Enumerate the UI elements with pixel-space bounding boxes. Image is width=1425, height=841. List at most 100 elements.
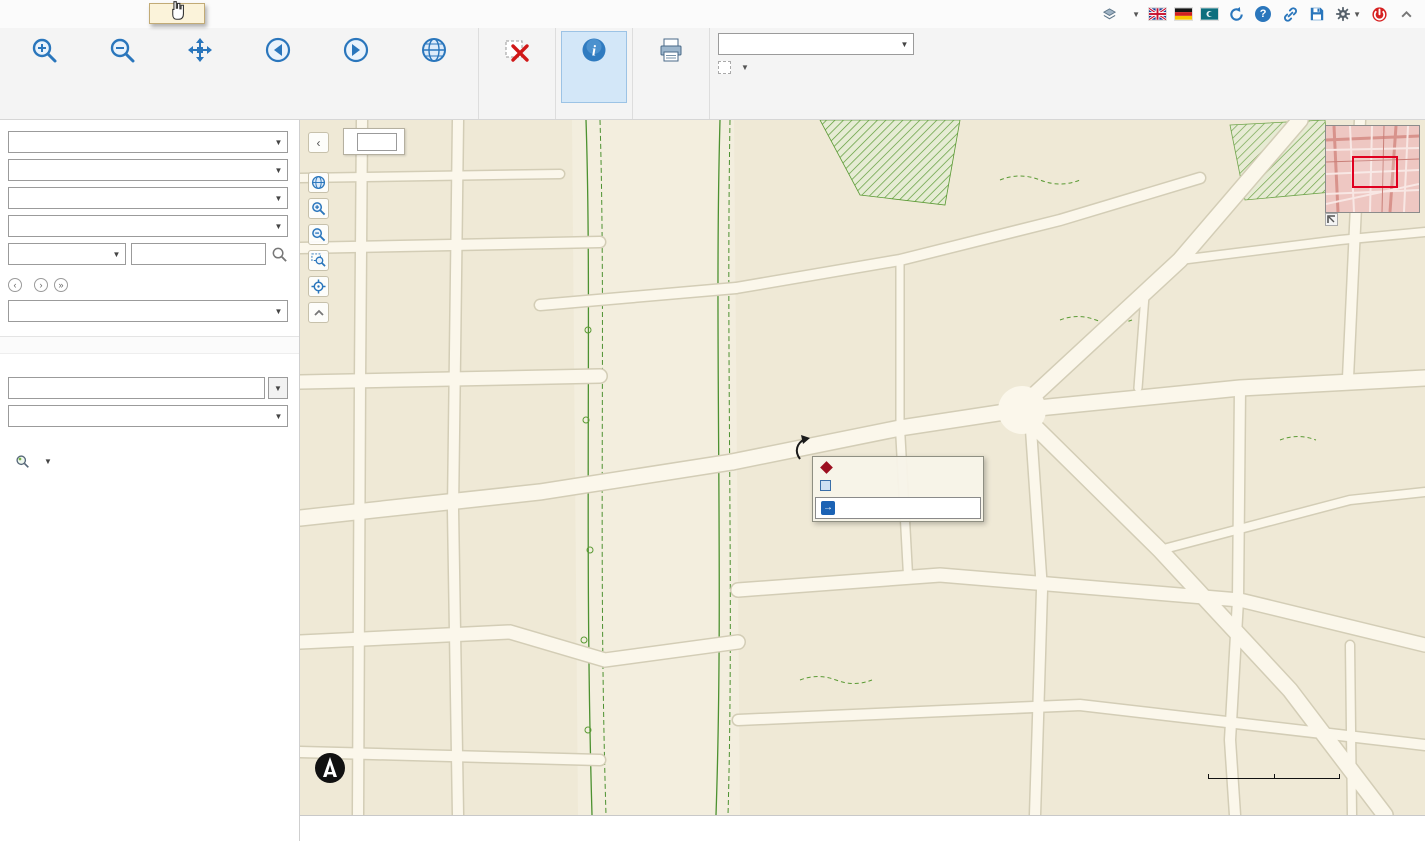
popup-item-grundstuecke[interactable] [815, 476, 981, 495]
ribbon: i ▼ ▼ [0, 28, 1425, 120]
strassenname-label [8, 360, 288, 374]
fulltext-search-input[interactable] [131, 243, 266, 265]
ansicht-select[interactable]: ▼ [8, 159, 288, 181]
take-all-objects-button[interactable]: → [815, 497, 981, 519]
overview-expand-icon[interactable] [1325, 213, 1338, 226]
printer-icon [657, 36, 685, 64]
clear-selection-button[interactable] [484, 31, 550, 103]
overview-extent-rect[interactable] [1352, 156, 1398, 188]
chevron-down-icon: ▼ [270, 406, 287, 426]
identify-icon: i [580, 36, 608, 64]
previous-extent-icon [264, 36, 292, 64]
chevron-down-icon: ▼ [270, 216, 287, 236]
chevron-down-icon: ▼ [270, 132, 287, 152]
neues-ergebnis-dropdown[interactable]: ▼ [718, 61, 749, 74]
zoom-in-icon [30, 36, 58, 64]
volltextsuche-scope-select[interactable]: ▼ [8, 243, 126, 265]
language-flag-uk-icon[interactable] [1149, 8, 1166, 20]
tabs-next-button[interactable]: › [34, 278, 48, 292]
scalebar-line [1208, 774, 1340, 779]
projekt-select[interactable]: ▼ [8, 131, 288, 153]
link-button[interactable] [1281, 5, 1299, 23]
refresh-button[interactable] [1227, 5, 1245, 23]
hand-cursor-icon [168, 0, 187, 21]
suchen-button[interactable]: ▼ [8, 451, 59, 472]
scroll-up-button[interactable] [308, 302, 329, 323]
pan-icon [186, 36, 214, 64]
clear-selection-icon [503, 36, 531, 64]
sidebar: ▼ ▼ ▼ ▼ ▼ ‹ › » ▼ [0, 120, 300, 841]
chevron-down-icon: ▼ [108, 244, 125, 264]
zoom-out-icon [108, 36, 136, 64]
search-icon[interactable] [271, 246, 288, 263]
parcels-icon [820, 480, 831, 491]
logout-button[interactable] [1370, 5, 1388, 23]
settings-button[interactable]: ▼ [1335, 6, 1361, 22]
themes-icon [1100, 5, 1118, 23]
menubar-right: ▼ ? ▼ [1100, 0, 1425, 28]
street-name-input[interactable] [8, 377, 265, 399]
buildings-icon [820, 461, 833, 474]
copyright-block [314, 752, 354, 789]
overview-globe-button[interactable] [308, 172, 329, 193]
visible-themes-dropdown[interactable]: ▼ [1127, 10, 1140, 19]
search-icon [15, 454, 30, 469]
chevron-down-icon: ▼ [44, 457, 52, 466]
pan-button[interactable] [161, 31, 239, 103]
ich-will-input[interactable] [357, 133, 397, 151]
ribbon-group-print [633, 28, 710, 119]
collapse-ribbon-button[interactable] [1397, 5, 1415, 23]
language-flag-3-icon[interactable] [1201, 8, 1218, 20]
hausnummer-select[interactable]: ▼ [8, 405, 288, 427]
full-extent-button[interactable] [395, 31, 473, 103]
overview-map[interactable] [1325, 125, 1420, 213]
chevron-down-icon: ▼ [1132, 10, 1140, 19]
ribbon-group-navigation [0, 28, 479, 119]
kartenausschnitte-select[interactable]: ▼ [8, 187, 288, 209]
chevron-down-icon: ▼ [1353, 10, 1361, 19]
zoom-in-button[interactable] [5, 31, 83, 103]
search-type-select[interactable]: ▼ [8, 300, 288, 322]
arrow-right-icon: → [821, 501, 835, 515]
identify-popup: → [812, 456, 984, 522]
chevron-down-icon: ▼ [270, 188, 287, 208]
status-strip [300, 815, 1425, 841]
map-canvas[interactable]: ‹ [300, 120, 1425, 815]
next-extent-button[interactable] [317, 31, 395, 103]
tabs-prev-button[interactable]: ‹ [8, 278, 22, 292]
tabs-more-button[interactable]: » [54, 278, 68, 292]
popup-item-buildings[interactable] [815, 459, 981, 476]
map-zoom-out-button[interactable] [308, 224, 329, 245]
ribbon-group-thema: ▼ ▼ [710, 28, 922, 119]
globe-icon [420, 36, 448, 64]
chevron-down-icon: ▼ [741, 63, 749, 72]
map-toolbar: ‹ [308, 132, 329, 323]
print-button[interactable] [638, 31, 704, 103]
language-flag-de-icon[interactable] [1175, 8, 1192, 20]
chevron-down-icon: ▼ [270, 160, 287, 180]
next-extent-icon [342, 36, 370, 64]
chevron-down-icon: ▼ [896, 34, 913, 54]
zoom-window-button[interactable] [308, 250, 329, 271]
help-button[interactable]: ? [1254, 5, 1272, 23]
previous-extent-button[interactable] [239, 31, 317, 103]
sidebar-collapse-button[interactable]: ‹ [308, 132, 329, 153]
map-zoom-in-button[interactable] [308, 198, 329, 219]
ich-will-search[interactable] [343, 128, 405, 155]
center-position-button[interactable] [308, 276, 329, 297]
scalebar [1208, 773, 1340, 779]
massstab-select[interactable]: ▼ [8, 215, 288, 237]
search-panel-title [0, 336, 299, 354]
thema-select[interactable]: ▼ [718, 33, 914, 55]
street-name-dropdown-button[interactable]: ▼ [268, 377, 288, 399]
identify-button[interactable]: i [561, 31, 627, 103]
chevron-down-icon: ▼ [270, 301, 287, 321]
ribbon-group-selection [479, 28, 556, 119]
ribbon-group-favoriten: i [556, 28, 633, 119]
sidebar-tabs: ‹ › » [8, 278, 288, 292]
selection-rect-icon [718, 61, 731, 74]
menubar: ▼ ? ▼ [0, 0, 1425, 28]
save-button[interactable] [1308, 5, 1326, 23]
synergis-logo [314, 752, 346, 789]
zoom-out-button[interactable] [83, 31, 161, 103]
